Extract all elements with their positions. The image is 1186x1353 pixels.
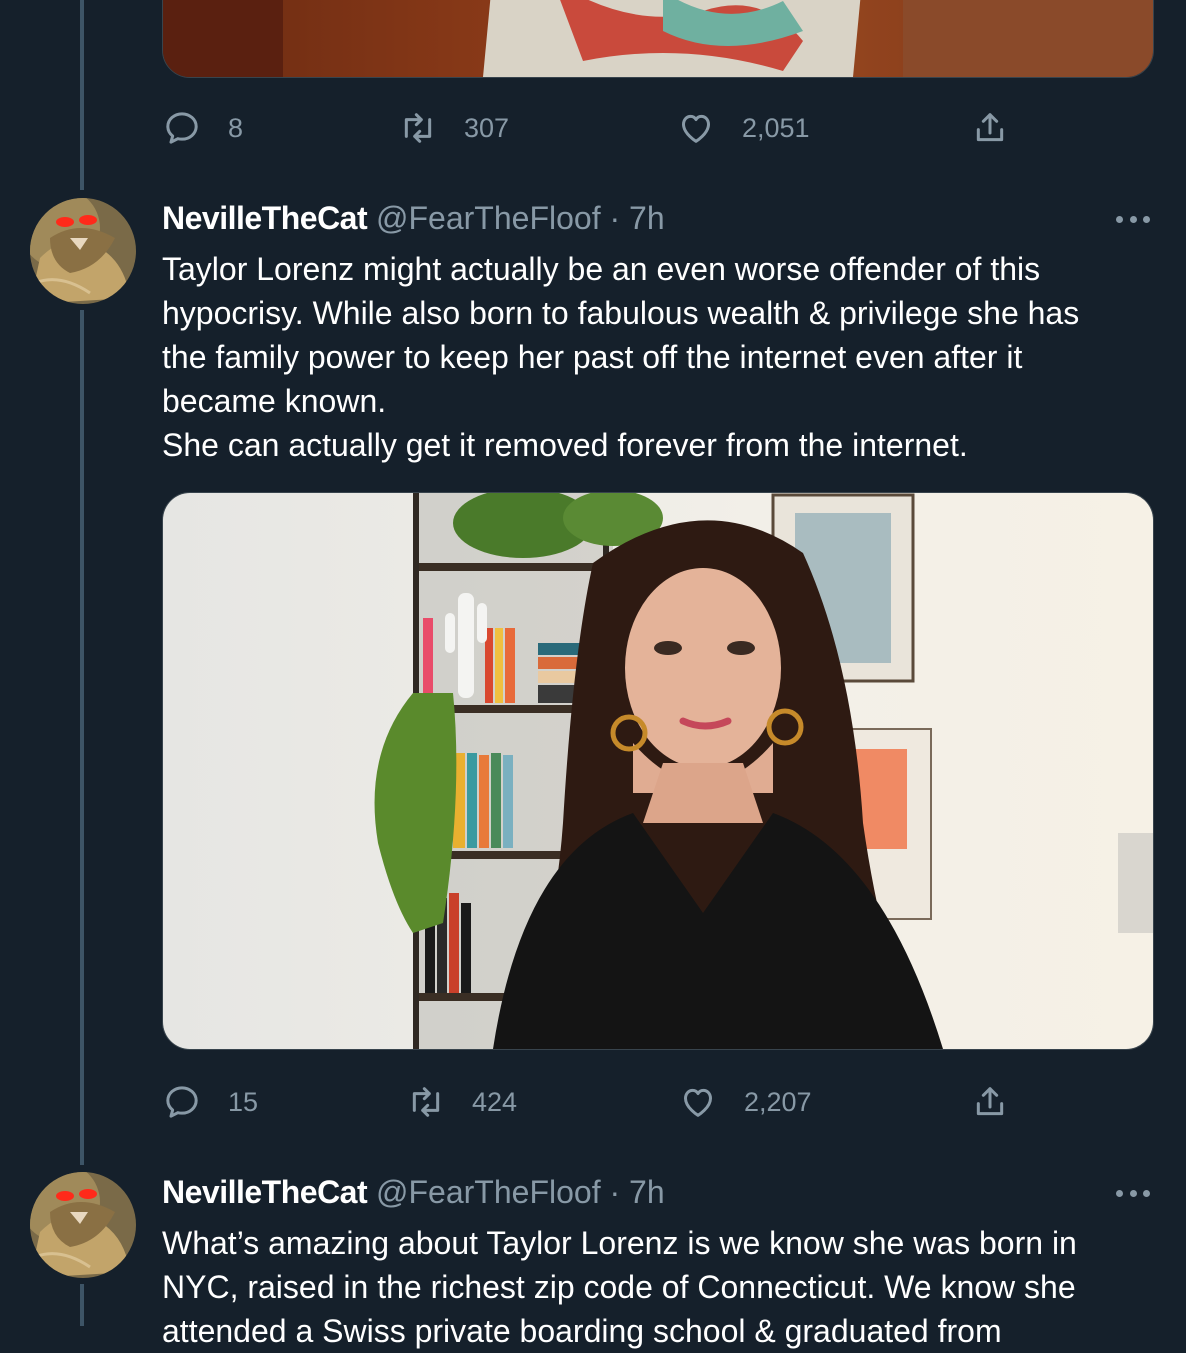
cat-avatar-image xyxy=(30,198,136,304)
share-icon xyxy=(976,1087,1004,1116)
meta-separator: · xyxy=(609,200,621,236)
like-count: 2,207 xyxy=(744,1086,812,1117)
more-icon-dot xyxy=(1129,215,1137,223)
tweet-media-image-partial[interactable] xyxy=(162,0,1154,78)
avatar[interactable] xyxy=(30,1172,136,1278)
tweet-2-actions: 15 424 2,207 xyxy=(162,1082,1042,1122)
retweet-icon xyxy=(404,113,432,143)
retweet-count: 424 xyxy=(472,1086,518,1117)
tweet-text-line: attended a Swiss private boarding school… xyxy=(162,1313,1002,1349)
author-handle[interactable]: @FearTheFloof xyxy=(376,1174,601,1210)
share-button[interactable] xyxy=(970,1082,1036,1122)
more-icon-dot xyxy=(1129,1189,1137,1197)
reply-count: 8 xyxy=(228,112,244,143)
tweet-timestamp[interactable]: 7h xyxy=(629,200,665,236)
author-handle[interactable]: @FearTheFloof xyxy=(376,200,601,236)
like-button[interactable]: 2,207 xyxy=(678,1082,812,1122)
more-icon xyxy=(1116,1189,1123,1197)
more-icon-dot xyxy=(1143,1189,1150,1197)
tweet-text: Taylor Lorenz might actually be an even … xyxy=(162,247,1152,467)
reply-button[interactable]: 8 xyxy=(162,108,243,148)
tweet-text-line: the family power to keep her past off th… xyxy=(162,339,1023,375)
tweet-text-line: became known. xyxy=(162,383,387,419)
share-button[interactable] xyxy=(970,108,1036,148)
like-icon xyxy=(682,114,710,143)
tweet-timestamp[interactable]: 7h xyxy=(629,1174,665,1210)
author-name[interactable]: NevilleTheCat xyxy=(162,1174,368,1210)
tweet-text-line: She can actually get it removed forever … xyxy=(162,427,968,463)
media-photo-woman-bookshelf xyxy=(163,493,1153,1049)
author-name[interactable]: NevilleTheCat xyxy=(162,200,368,236)
thread-line-bottom xyxy=(80,1284,84,1326)
tweet-media-video[interactable] xyxy=(162,492,1154,1050)
tweet-text-line: hypocrisy. While also born to fabulous w… xyxy=(162,295,1080,331)
more-options-button[interactable] xyxy=(1116,1188,1150,1198)
tweet-1-actions: 8 307 2,051 xyxy=(162,108,1042,148)
meta-separator: · xyxy=(609,1174,621,1210)
tweet-header: NevilleTheCat @FearTheFloof · 7h xyxy=(162,200,665,237)
more-icon xyxy=(1116,215,1123,223)
reply-icon xyxy=(166,1086,198,1118)
like-button[interactable]: 2,051 xyxy=(676,108,810,148)
retweet-button[interactable]: 424 xyxy=(406,1082,517,1122)
retweet-button[interactable]: 307 xyxy=(398,108,509,148)
tweet-text-line: NYC, raised in the richest zip code of C… xyxy=(162,1269,1076,1305)
tweet-text-line: Taylor Lorenz might actually be an even … xyxy=(162,251,1041,287)
reply-button[interactable]: 15 xyxy=(162,1082,258,1122)
thread-line-top xyxy=(80,0,84,190)
thread-line-middle xyxy=(80,310,84,1165)
retweet-count: 307 xyxy=(464,112,510,143)
reply-count: 15 xyxy=(228,1086,259,1117)
tweet-header: NevilleTheCat @FearTheFloof · 7h xyxy=(162,1174,665,1211)
avatar[interactable] xyxy=(30,198,136,304)
media-photo xyxy=(163,0,1153,77)
reply-icon xyxy=(166,112,198,144)
like-count: 2,051 xyxy=(742,112,810,143)
cat-avatar-image xyxy=(30,1172,136,1278)
tweet-text-line: What’s amazing about Taylor Lorenz is we… xyxy=(162,1225,1077,1261)
tweet-text: What’s amazing about Taylor Lorenz is we… xyxy=(162,1221,1152,1353)
like-icon xyxy=(684,1088,712,1117)
share-icon xyxy=(976,113,1004,142)
more-options-button[interactable] xyxy=(1116,214,1150,224)
more-icon-dot xyxy=(1143,215,1150,223)
retweet-icon xyxy=(412,1087,440,1117)
